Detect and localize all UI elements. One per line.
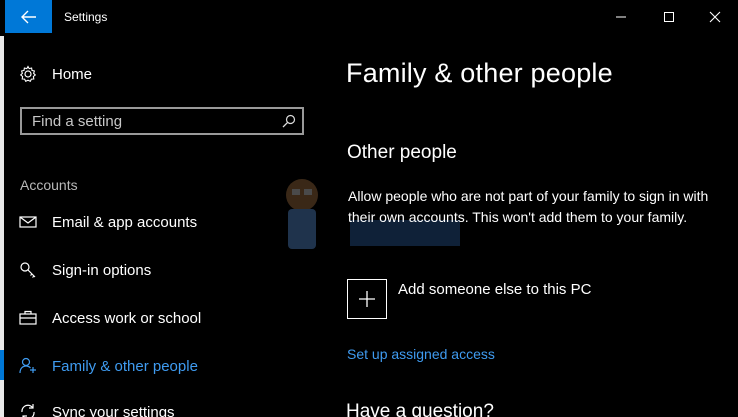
sidebar-item-sign-in[interactable]: Sign-in options	[18, 256, 151, 284]
sidebar-item-label: Email & app accounts	[52, 213, 198, 231]
sidebar-home[interactable]: Home	[18, 60, 92, 88]
mail-icon	[18, 212, 38, 232]
search-icon[interactable]	[276, 114, 302, 128]
search-input[interactable]	[22, 111, 276, 131]
sidebar-item-sync[interactable]: Sync your settings	[18, 398, 175, 417]
other-people-heading: Other people	[347, 142, 457, 163]
edge-accent	[0, 350, 4, 380]
add-someone-button[interactable]	[347, 279, 387, 319]
person-add-icon	[18, 356, 38, 376]
sync-icon	[18, 402, 38, 417]
other-people-description: Allow people who are not part of your fa…	[348, 188, 709, 225]
sidebar-item-label: Family & other people	[52, 357, 198, 375]
minimize-icon	[616, 16, 626, 18]
sidebar-section-accounts: Accounts	[20, 177, 78, 193]
sidebar-item-label: Access work or school	[52, 309, 202, 327]
sidebar-item-family[interactable]: Family & other people	[18, 352, 198, 380]
key-icon	[18, 260, 38, 280]
maximize-button[interactable]	[646, 0, 692, 34]
sidebar-item-label: Sync your settings	[52, 403, 175, 417]
gear-icon	[18, 64, 38, 84]
back-button[interactable]	[5, 0, 52, 33]
close-icon	[709, 11, 721, 23]
sidebar-item-work-school[interactable]: Access work or school	[18, 304, 201, 332]
title-bar: Settings	[0, 0, 738, 36]
close-button[interactable]	[692, 0, 738, 34]
window-title: Settings	[64, 10, 108, 24]
question-heading: Have a question?	[346, 401, 494, 417]
page-title: Family & other people	[346, 58, 613, 88]
plus-icon	[359, 291, 375, 307]
briefcase-icon	[18, 308, 38, 328]
sidebar-item-email[interactable]: Email & app accounts	[18, 208, 197, 236]
search-box[interactable]	[20, 107, 304, 135]
add-someone-label[interactable]: Add someone else to this PC	[398, 281, 591, 298]
sidebar-home-label: Home	[52, 65, 93, 83]
back-arrow-icon	[20, 10, 36, 23]
maximize-icon	[664, 12, 674, 22]
assigned-access-link[interactable]: Set up assigned access	[347, 346, 495, 362]
window-left-edge	[0, 0, 4, 417]
settings-window: Settings Home Find a setting Accounts Em…	[0, 0, 738, 417]
sidebar-item-label: Sign-in options	[52, 261, 152, 279]
minimize-button[interactable]	[598, 0, 644, 34]
